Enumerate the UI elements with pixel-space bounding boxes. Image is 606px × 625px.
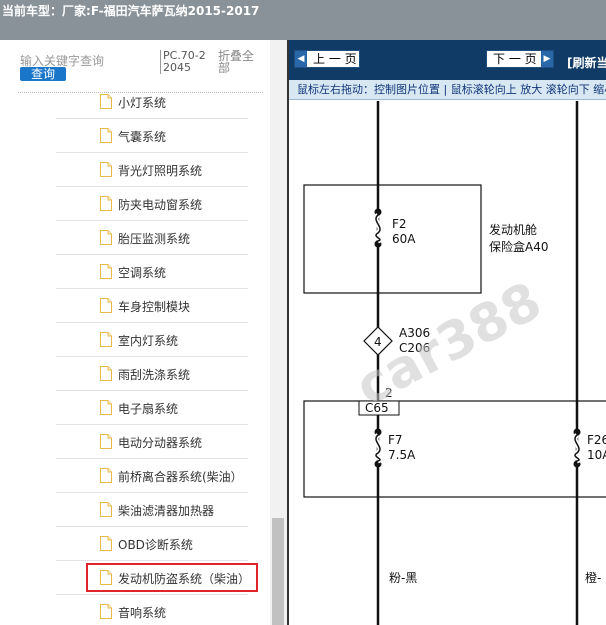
tree-item[interactable]: 发动机防盗系统（柴油） <box>0 561 270 595</box>
fuse-box-label-1: 发动机舱 <box>489 222 537 237</box>
document-icon <box>100 604 112 619</box>
wire-color-pink-black: 粉-黑 <box>389 571 417 585</box>
search-button[interactable]: 查询 <box>20 67 66 81</box>
document-icon <box>100 128 112 143</box>
arrow-left-icon: ◀ <box>295 51 307 67</box>
document-icon <box>100 434 112 449</box>
usage-hint: 鼠标左右拖动：控制图片位置 | 鼠标滚轮向上 放大 滚轮向下 缩小 <box>289 80 606 100</box>
document-icon <box>100 468 112 483</box>
fuse-f26-name: F26 <box>587 433 606 447</box>
fuse-box-c65 <box>303 400 606 498</box>
document-icon <box>100 230 112 245</box>
tree-item-label: 背光灯照明系统 <box>118 164 203 178</box>
document-icon <box>100 400 112 415</box>
diagram-viewer: ◀ 上 一 页 下 一 页 ▶ [刷新当 鼠标左右拖动：控制图片位置 | 鼠标滚… <box>287 40 606 625</box>
current-model-label: 当前车型： <box>2 4 63 18</box>
tree-item-label: 雨刮洗涤系统 <box>118 368 191 382</box>
tree-item[interactable]: 背光灯照明系统 <box>0 153 270 187</box>
tree-item[interactable]: 前桥离合器系统(柴油） <box>0 459 270 493</box>
fuse-f2-rating: 60A <box>392 232 416 246</box>
current-model: 当前车型：厂家:F-福田汽车萨瓦纳2015-2017 <box>2 2 259 19</box>
tree-item-label: 室内灯系统 <box>118 334 179 348</box>
tree-item[interactable]: 气囊系统 <box>0 119 270 153</box>
tree-item[interactable]: 电动分动器系统 <box>0 425 270 459</box>
current-model-value: 厂家:F-福田汽车萨瓦纳2015-2017 <box>62 4 260 18</box>
tree-item[interactable]: 柴油滤清器加热器 <box>0 493 270 527</box>
document-icon <box>100 366 112 381</box>
tree-item-label: 气囊系统 <box>118 130 167 144</box>
arrow-right-icon: ▶ <box>541 51 553 67</box>
tree-item[interactable]: 空调系统 <box>0 255 270 289</box>
left-panel: 查询 PC.70-22045 折叠全部 小灯系统气囊系统背光灯照明系统防夹电动窗… <box>0 40 287 625</box>
next-page-label: 下 一 页 <box>493 52 537 66</box>
tree-item[interactable]: 雨刮洗涤系统 <box>0 357 270 391</box>
top-header: 当前车型：厂家:F-福田汽车萨瓦纳2015-2017 <box>0 0 606 40</box>
wire-color-orange: 橙- <box>585 570 601 585</box>
fuse-f7-rating: 7.5A <box>388 448 416 462</box>
viewer-toolbar: ◀ 上 一 页 下 一 页 ▶ [刷新当 <box>289 40 606 80</box>
fuse-box-label-2: 保险盒A40 <box>489 239 548 254</box>
tree-item[interactable]: OBD诊断系统 <box>0 527 270 561</box>
document-icon <box>100 570 112 585</box>
tree-item-label: 电动分动器系统 <box>118 436 203 450</box>
document-icon <box>100 94 112 109</box>
document-icon <box>100 298 112 313</box>
tree-item-label: 车身控制模块 <box>118 300 191 314</box>
tree-item-label: 防夹电动窗系统 <box>118 198 203 212</box>
prev-page-button[interactable]: ◀ 上 一 页 <box>294 50 360 68</box>
document-icon <box>100 196 112 211</box>
tree-item[interactable]: 车身控制模块 <box>0 289 270 323</box>
tree-item[interactable]: 音响系统 <box>0 595 270 625</box>
document-icon <box>100 332 112 347</box>
tree-item[interactable]: 室内灯系统 <box>0 323 270 357</box>
tree-item[interactable]: 胎压监测系统 <box>0 221 270 255</box>
wiring-diagram[interactable]: F2 60A 发动机舱 保险盒A40 4 A306 C206 2 C65 F7 … <box>289 101 606 625</box>
pc-code: PC.70-22045 <box>160 50 210 74</box>
tree-item-label: 音响系统 <box>118 606 167 620</box>
tree-item[interactable]: 电子扇系统 <box>0 391 270 425</box>
fuse-f2-name: F2 <box>392 217 407 231</box>
prev-page-label: 上 一 页 <box>313 52 357 66</box>
document-icon <box>100 264 112 279</box>
collapse-all-button[interactable]: 折叠全部 <box>218 50 256 74</box>
document-icon <box>100 536 112 551</box>
tree-item-label: 空调系统 <box>118 266 167 280</box>
refresh-link[interactable]: [刷新当 <box>567 54 606 71</box>
tree-item-label: 电子扇系统 <box>118 402 179 416</box>
tree-item-label: 前桥离合器系统(柴油） <box>118 470 243 484</box>
tree-scrollbar[interactable] <box>270 40 287 625</box>
fuse-f7-name: F7 <box>388 433 403 447</box>
tree-item-label: OBD诊断系统 <box>118 538 193 552</box>
tree-item[interactable]: 防夹电动窗系统 <box>0 187 270 221</box>
tree-item-label: 发动机防盗系统（柴油） <box>118 572 251 586</box>
tree-item-label: 胎压监测系统 <box>118 232 191 246</box>
document-icon <box>100 502 112 517</box>
tree-item[interactable]: 小灯系统 <box>0 85 270 119</box>
scroll-thumb[interactable] <box>272 518 284 625</box>
tree-item-label: 柴油滤清器加热器 <box>118 504 215 518</box>
tree-item-label: 小灯系统 <box>118 96 167 110</box>
system-tree: 小灯系统气囊系统背光灯照明系统 防夹电动窗系统 胎压监测系统 空调系统车身控制模块 室内… <box>0 85 270 625</box>
document-icon <box>100 162 112 177</box>
wiring-diagram-svg: F2 60A 发动机舱 保险盒A40 4 A306 C206 2 C65 F7 … <box>303 101 606 625</box>
fuse-f26-rating: 10A <box>587 448 606 462</box>
next-page-button[interactable]: 下 一 页 ▶ <box>486 50 554 68</box>
